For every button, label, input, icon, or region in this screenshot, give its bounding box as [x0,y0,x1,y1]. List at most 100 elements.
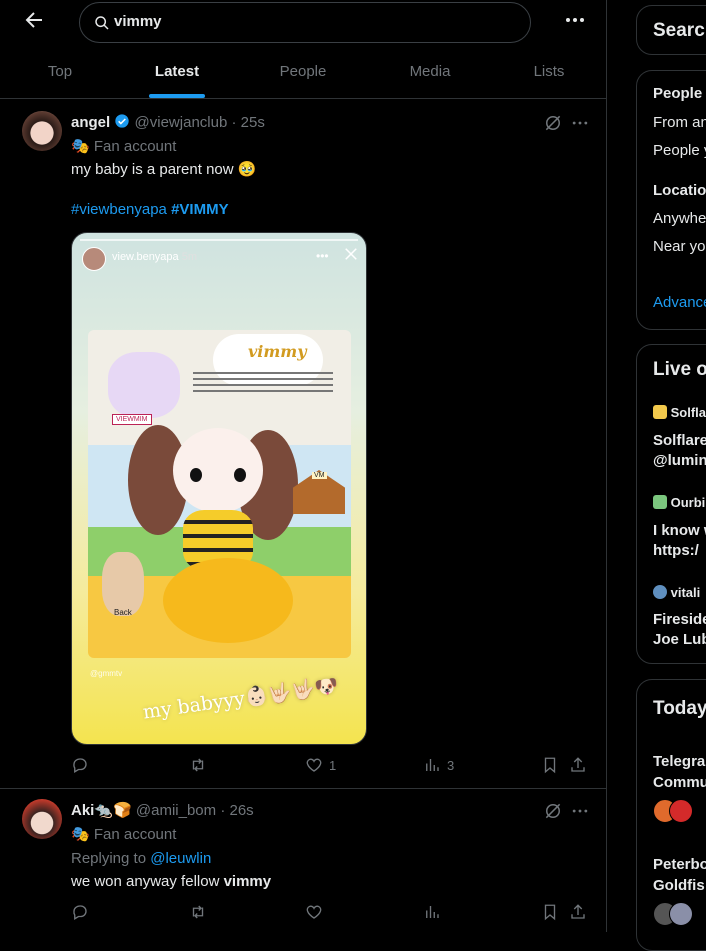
reply-icon [73,905,87,920]
people-option-follow[interactable]: People y [653,142,706,159]
share-button[interactable] [569,756,587,774]
search-box[interactable] [79,2,531,43]
handle[interactable]: @amii_bom [136,802,216,819]
advanced-search-link[interactable]: Advance [653,294,706,311]
fan-account-text: Fan account [93,138,177,155]
repost-button[interactable] [188,756,208,774]
active-tab-indicator [149,94,205,98]
more-icon[interactable] [570,113,590,133]
grok-icon[interactable] [543,801,563,821]
live-item-account[interactable]: Solfla [653,405,706,420]
tweet-text: we won anyway fellow vimmy [71,872,271,892]
story-username: view.benyapa [112,251,179,263]
live-item-title[interactable]: https:/ [653,542,699,559]
poster-tag: VIEWMIM [112,414,152,425]
grok-icon[interactable] [543,113,563,133]
tab-latest[interactable]: Latest [139,48,215,98]
timestamp[interactable]: 26s [229,802,253,819]
timestamp[interactable]: 25s [241,114,265,131]
back-label: Back [114,608,132,617]
tweet[interactable]: angel @viewjanclub · 25s 🎭 Fan account m… [0,99,606,789]
back-arrow-icon[interactable] [22,8,46,32]
today-panel: Today Telegra Commu Peterbo Goldfis [636,679,706,951]
reply-button[interactable] [71,756,89,774]
photo-bubble [108,352,180,418]
live-item-title[interactable]: I know w [653,522,706,539]
main-timeline: Top Latest People Media Lists angel @vie… [0,0,607,932]
share-button[interactable] [569,903,587,921]
more-icon[interactable] [570,801,590,821]
views-button[interactable]: 3 [423,756,454,774]
live-item-account[interactable]: Ourbi [653,495,705,510]
story-avatar [82,247,106,271]
avatar[interactable] [22,799,62,839]
more-options-icon[interactable] [563,8,587,32]
dog-head [173,428,263,513]
bookmark-button[interactable] [541,756,559,774]
ourbit-logo-icon [653,495,667,509]
story-close-icon [342,245,360,268]
search-filters-header: Searc [636,5,706,55]
reply-mention-link[interactable]: @leuwlin [150,850,211,867]
tab-people[interactable]: People [263,48,343,98]
today-item-title[interactable]: Goldfis [653,877,705,894]
search-input[interactable] [112,12,516,31]
tab-top[interactable]: Top [20,48,100,98]
live-item-title[interactable]: Solflare [653,432,706,449]
display-name[interactable]: angel [71,114,110,131]
bookmark-icon [544,904,556,921]
live-item-title[interactable]: @lumin [653,452,706,469]
like-button[interactable]: 1 [305,756,336,774]
tab-label: Top [47,63,73,80]
tweet[interactable]: Aki🐀🍞 @amii_bom · 26s 🎭 Fan account Repl… [0,789,606,932]
repost-button[interactable] [188,903,208,921]
tweet-media-image[interactable]: view.benyapa 5m ••• vimmy VIEWMIM VM Bac… [71,232,367,745]
today-item-title[interactable]: Peterbo [653,856,706,873]
views-button[interactable] [423,903,441,921]
location-option-near[interactable]: Near yo [653,238,706,255]
hashtag-link[interactable]: #VIMMY [171,201,229,218]
people-option-anyone[interactable]: From an [653,114,706,131]
poster-caption-lines [193,368,333,408]
live-item-title[interactable]: Joe Lub [653,631,706,648]
analytics-icon [426,906,439,918]
avatar-stack [653,799,693,828]
bookmark-button[interactable] [541,903,559,921]
separator-dot: · [220,802,226,819]
today-item-title[interactable]: Commu [653,774,706,791]
vitalik-avatar-icon [653,585,667,599]
story-more-icon: ••• [316,249,329,263]
tweet-text-prefix: we won anyway fellow [71,873,220,890]
live-account-name: Ourbi [670,495,706,510]
display-name[interactable]: Aki🐀🍞 [71,802,132,819]
repost-icon [192,758,204,772]
tab-media[interactable]: Media [390,48,470,98]
live-item-account[interactable]: vitali [653,585,700,600]
flower [163,558,293,643]
tab-label: People [279,63,327,80]
solflare-logo-icon [653,405,667,419]
live-panel: Live o Solfla Solflare @lumin Ourbi I kn… [636,344,706,664]
mask-icon: 🎭 [71,826,90,843]
replying-to: Replying to @leuwlin [71,850,211,867]
story-progress-bar [80,239,358,241]
avatar-stack [653,902,693,931]
tweet-actions [71,903,591,923]
like-button[interactable] [305,903,323,921]
hashtag-link[interactable]: #viewbenyapa [71,201,167,218]
tweet-actions: 1 3 [71,756,591,776]
reply-button[interactable] [71,903,89,921]
live-item-title[interactable]: Fireside [653,611,706,628]
tab-label: Lists [533,63,565,80]
repost-icon [192,905,204,919]
location-option-anywhere[interactable]: Anywhe [653,210,706,227]
poster-artwork: vimmy VIEWMIM VM Back [88,330,351,658]
handle[interactable]: @viewjanclub [135,114,228,131]
tweet-header: Aki🐀🍞 @amii_bom · 26s [71,801,254,819]
tweet-text: my baby is a parent now 🥹 [71,161,257,178]
story-time: 5m [181,251,198,263]
avatar[interactable] [22,111,62,151]
heart-icon [306,758,322,772]
today-item-title[interactable]: Telegra [653,753,705,770]
tab-lists[interactable]: Lists [509,48,589,98]
